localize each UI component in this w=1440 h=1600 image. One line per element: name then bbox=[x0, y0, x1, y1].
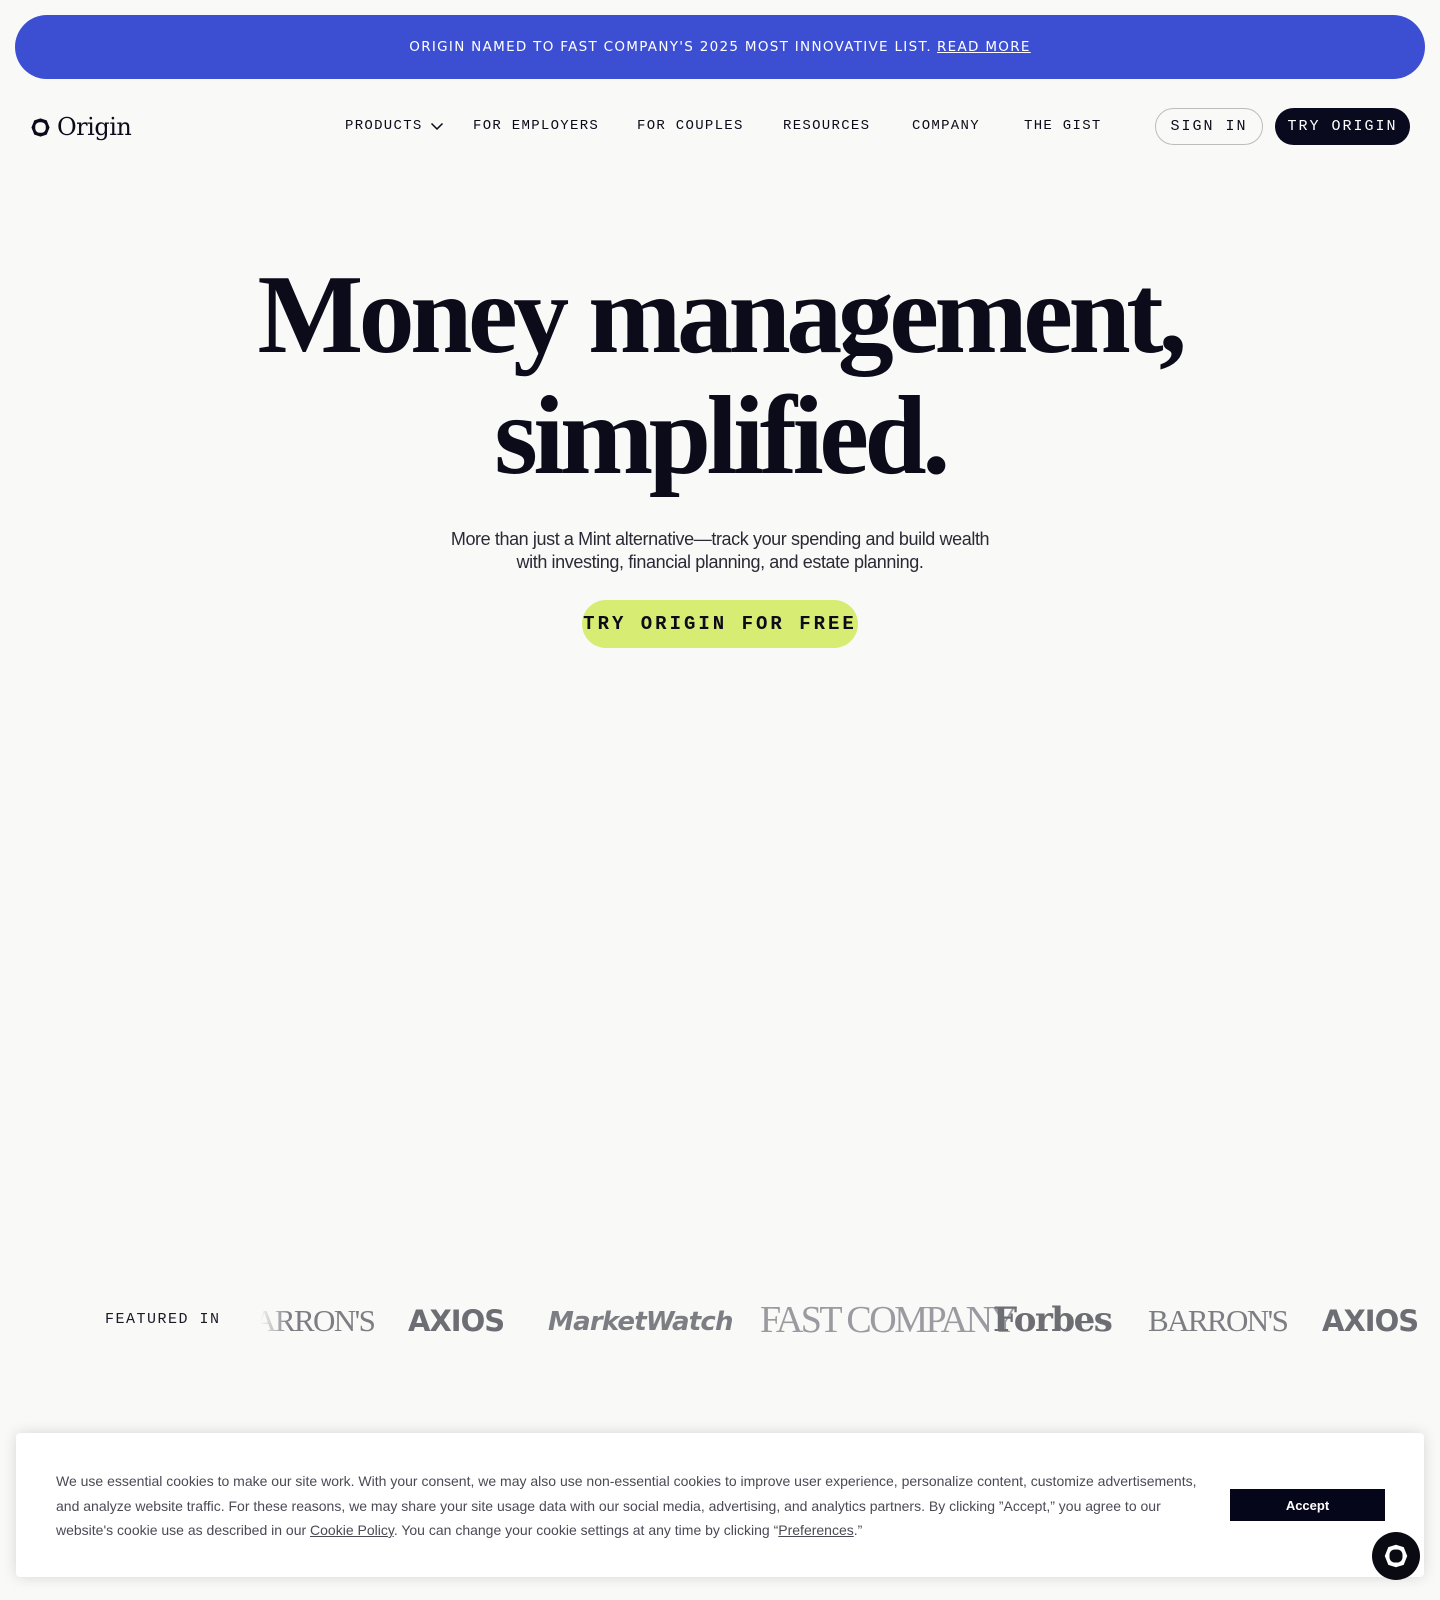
nav-company[interactable]: COMPANY bbox=[912, 118, 980, 134]
cookie-text-middle: . You can change your cookie settings at… bbox=[393, 1522, 779, 1538]
accept-cookies-button[interactable]: Accept bbox=[1230, 1489, 1385, 1521]
nav-products[interactable]: PRODUCTS bbox=[345, 118, 444, 134]
hero-title-line-2: simplified. bbox=[494, 374, 950, 498]
cookie-text-end: .” bbox=[853, 1522, 863, 1538]
brand-logo[interactable]: Origin bbox=[30, 113, 132, 141]
axios-logo: AXIOS bbox=[1322, 1304, 1419, 1338]
nav-for-employers[interactable]: FOR EMPLOYERS bbox=[473, 118, 599, 134]
hero-title: Money management, simplified. bbox=[0, 255, 1440, 497]
featured-in-strip: FEATURED IN BARRON'S AXIOS MarketWatch F… bbox=[0, 1295, 1440, 1345]
try-origin-free-button[interactable]: TRY ORIGIN FOR FREE bbox=[582, 600, 858, 648]
banner-text: ORIGIN NAMED TO FAST COMPANY'S 2025 MOST… bbox=[409, 39, 932, 55]
brand-name: Origin bbox=[57, 113, 132, 141]
cookie-policy-link[interactable]: Cookie Policy bbox=[310, 1522, 394, 1538]
hero-title-line-1: Money management, bbox=[257, 253, 1187, 377]
chat-launcher-button[interactable] bbox=[1372, 1532, 1420, 1580]
read-more-link[interactable]: READ MORE bbox=[937, 39, 1031, 55]
featured-in-label: FEATURED IN bbox=[105, 1311, 221, 1328]
hero-subtitle: More than just a Mint alternative—track … bbox=[420, 528, 1020, 574]
try-origin-button[interactable]: TRY ORIGIN bbox=[1275, 108, 1410, 145]
hero-subtitle-line-2: with investing, financial planning, and … bbox=[516, 552, 924, 572]
publication-logos: BARRON'S AXIOS MarketWatch FAST COMPANY … bbox=[260, 1295, 1420, 1345]
marketwatch-logo: MarketWatch bbox=[548, 1307, 733, 1337]
barrons-logo: BARRON'S bbox=[1148, 1303, 1289, 1338]
cookie-text: We use essential cookies to make our sit… bbox=[56, 1469, 1206, 1543]
sign-in-button[interactable]: SIGN IN bbox=[1155, 108, 1263, 145]
announcement-banner: ORIGIN NAMED TO FAST COMPANY'S 2025 MOST… bbox=[15, 15, 1425, 79]
forbes-logo: Forbes bbox=[993, 1300, 1113, 1340]
preferences-link[interactable]: Preferences bbox=[778, 1522, 853, 1538]
nav-for-couples[interactable]: FOR COUPLES bbox=[637, 118, 744, 134]
fast-company-logo: FAST COMPANY bbox=[760, 1299, 1018, 1341]
cookie-consent-banner: We use essential cookies to make our sit… bbox=[16, 1433, 1424, 1577]
nav-resources[interactable]: RESOURCES bbox=[783, 118, 870, 134]
nav-products-label: PRODUCTS bbox=[345, 118, 423, 134]
axios-logo: AXIOS bbox=[408, 1304, 505, 1338]
nav-the-gist[interactable]: THE GIST bbox=[1024, 118, 1102, 134]
origin-logo-icon bbox=[31, 117, 50, 137]
hero-subtitle-line-1: More than just a Mint alternative—track … bbox=[450, 529, 990, 549]
chevron-down-icon bbox=[430, 122, 443, 131]
logo-fade-mask bbox=[260, 1295, 290, 1345]
chat-launcher-icon bbox=[1384, 1544, 1408, 1568]
top-navigation: Origin PRODUCTS FOR EMPLOYERS FOR COUPLE… bbox=[0, 105, 1440, 147]
